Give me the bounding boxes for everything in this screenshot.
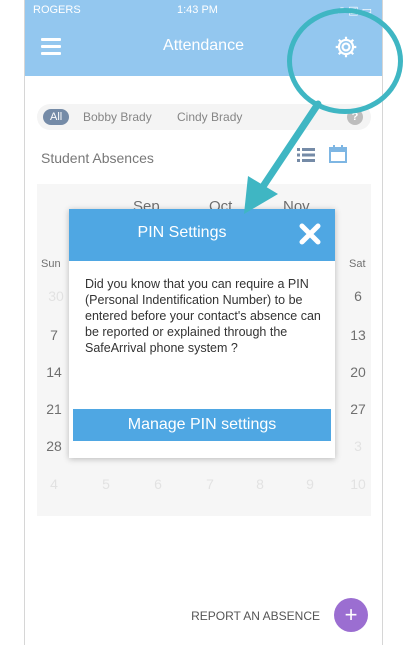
report-absence-link[interactable]: REPORT AN ABSENCE xyxy=(191,609,320,623)
manage-pin-settings-button[interactable]: Manage PIN settings xyxy=(73,409,331,441)
plus-icon[interactable]: + xyxy=(334,598,368,632)
dialog-message: Did you know that you can require a PIN … xyxy=(85,277,321,355)
dialog-title: PIN Settings xyxy=(137,224,227,241)
dialog-header: PIN Settings xyxy=(69,209,335,261)
bottom-bar: REPORT AN ABSENCE + xyxy=(25,587,382,645)
callout-ring xyxy=(287,8,403,114)
pin-settings-dialog: PIN Settings Did you know that you can r… xyxy=(69,209,335,458)
close-icon[interactable] xyxy=(297,221,323,247)
